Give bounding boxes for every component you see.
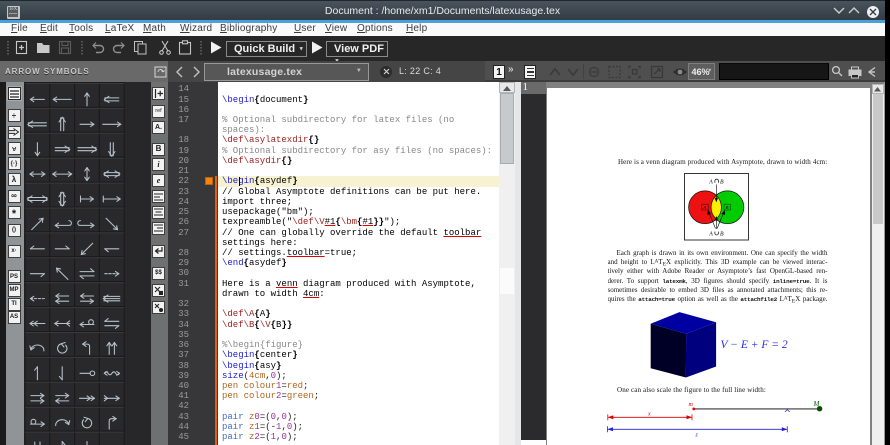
svg-text:B: B [720,232,724,238]
svg-text:m: m [689,402,694,408]
svg-text:z: z [695,433,699,439]
svg-text:B: B [725,205,728,210]
svg-text:B: B [720,179,724,185]
svg-text:A: A [708,179,713,185]
svg-text:A: A [708,232,713,238]
svg-text:x: x [647,412,651,418]
svg-text:A: A [702,205,706,210]
